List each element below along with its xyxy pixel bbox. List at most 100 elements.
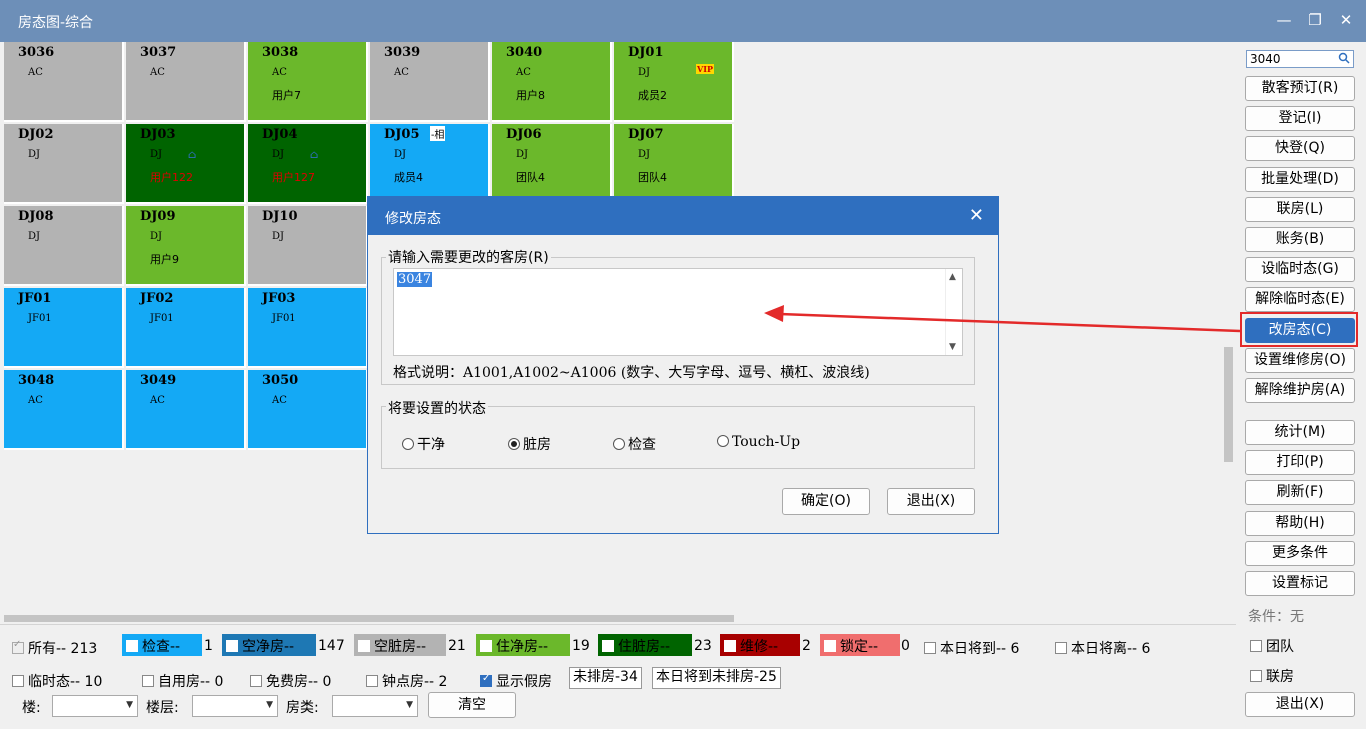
- room-cell[interactable]: DJ05 DJ 成员4 -相: [370, 124, 490, 204]
- sidebar-button[interactable]: 账务(B): [1245, 227, 1355, 252]
- search-icon[interactable]: [1338, 52, 1350, 64]
- room-cell[interactable]: DJ08 DJ: [4, 206, 124, 286]
- floor-select[interactable]: [192, 695, 278, 717]
- building-select[interactable]: [52, 695, 138, 717]
- filter-vacant-clean[interactable]: 空净房--: [222, 634, 316, 656]
- scroll-thumb[interactable]: [4, 615, 734, 622]
- room-guest: 团队4: [638, 171, 667, 184]
- sidebar-button[interactable]: 帮助(H): [1245, 510, 1355, 536]
- filter-leaving-today[interactable]: 本日将离-- 6: [1055, 638, 1150, 658]
- filter-free[interactable]: 免费房-- 0: [250, 671, 331, 691]
- dialog-close-icon[interactable]: ✕: [969, 205, 984, 226]
- link-room-checkbox[interactable]: 联房: [1250, 666, 1294, 686]
- arriving-unassigned-badge[interactable]: 本日将到未排房-25: [652, 667, 781, 689]
- dialog-title: 修改房态: [385, 211, 441, 227]
- minimize-icon[interactable]: —: [1274, 10, 1294, 30]
- room-cell[interactable]: 3050 AC: [248, 370, 368, 450]
- room-cell[interactable]: 3040 AC 用户8: [492, 42, 612, 122]
- title-bar: 房态图-综合 — ❐ ✕: [0, 0, 1366, 42]
- filter-occupied-dirty[interactable]: 住脏房--: [598, 634, 692, 656]
- team-checkbox[interactable]: 团队: [1250, 636, 1294, 656]
- cancel-button[interactable]: 退出(X): [887, 488, 975, 515]
- room-cell[interactable]: DJ10 DJ: [248, 206, 368, 286]
- room-number: 3039: [384, 45, 421, 60]
- room-type: AC: [28, 67, 43, 78]
- filter-self-use[interactable]: 自用房-- 0: [142, 671, 223, 691]
- sidebar-button[interactable]: 打印(P): [1245, 450, 1355, 476]
- building-label: 楼:: [22, 700, 41, 716]
- status-touchup-radio[interactable]: Touch-Up: [717, 434, 800, 450]
- filter-check[interactable]: 检查--: [122, 634, 202, 656]
- filter-vacant-dirty[interactable]: 空脏房--: [354, 634, 446, 656]
- clear-button[interactable]: 清空: [428, 692, 516, 718]
- room-cell[interactable]: DJ04 DJ 用户127 ⌂: [248, 124, 368, 204]
- room-type: AC: [28, 395, 43, 406]
- filter-arriving-today[interactable]: 本日将到-- 6: [924, 638, 1019, 658]
- room-number: DJ03: [140, 127, 176, 142]
- room-guest: 用户7: [272, 89, 301, 102]
- sidebar-button[interactable]: 登记(I): [1245, 106, 1355, 132]
- scroll-down-icon[interactable]: ▼: [949, 342, 956, 352]
- room-cell[interactable]: DJ03 DJ 用户122 ⌂: [126, 124, 246, 204]
- room-input-group-label: 请输入需要更改的客房(R): [386, 247, 551, 267]
- room-cell[interactable]: 3039 AC: [370, 42, 490, 122]
- room-cell[interactable]: 3049 AC: [126, 370, 246, 450]
- status-clean-radio[interactable]: 干净: [402, 434, 445, 454]
- sidebar-button[interactable]: 批量处理(D): [1245, 166, 1355, 192]
- sidebar-button[interactable]: 设置标记: [1245, 571, 1355, 596]
- sidebar-button[interactable]: 快登(Q): [1245, 136, 1355, 162]
- room-type-label: 房类:: [286, 700, 319, 716]
- sidebar-button[interactable]: 散客预订(R): [1245, 76, 1355, 101]
- room-cell[interactable]: 3038 AC 用户7: [248, 42, 368, 122]
- filter-locked[interactable]: 锁定--: [820, 634, 900, 656]
- room-list-input[interactable]: 3047 ▲ ▼: [393, 268, 963, 356]
- dirty-house-icon: ⌂: [188, 148, 197, 161]
- status-dirty-radio[interactable]: 脏房: [508, 434, 551, 454]
- room-type: AC: [150, 67, 165, 78]
- room-number: DJ08: [18, 209, 54, 224]
- room-type: DJ: [394, 149, 407, 160]
- sidebar-button[interactable]: 解除维护房(A): [1245, 378, 1355, 403]
- room-cell[interactable]: DJ02 DJ: [4, 124, 124, 204]
- ok-button[interactable]: 确定(O): [782, 488, 870, 515]
- sidebar-button[interactable]: 解除临时态(E): [1245, 287, 1355, 313]
- sidebar-button[interactable]: 联房(L): [1245, 196, 1355, 222]
- room-cell[interactable]: JF01 JF01: [4, 288, 124, 368]
- sidebar-button[interactable]: 设临时态(G): [1245, 257, 1355, 283]
- filter-repair[interactable]: 维修--: [720, 634, 800, 656]
- filter-hourly[interactable]: 钟点房-- 2: [366, 671, 447, 691]
- exit-button[interactable]: 退出(X): [1245, 692, 1355, 717]
- room-number: 3049: [140, 373, 177, 388]
- filter-occupied-clean[interactable]: 住净房--: [476, 634, 570, 656]
- scroll-thumb[interactable]: [1224, 347, 1233, 462]
- sidebar-button[interactable]: 设置维修房(O): [1245, 347, 1355, 373]
- room-cell[interactable]: DJ07 DJ 团队4: [614, 124, 734, 204]
- sidebar-button[interactable]: 更多条件: [1245, 540, 1355, 566]
- filter-temporary[interactable]: 临时态-- 10: [12, 671, 102, 691]
- room-search-input[interactable]: 3040: [1246, 50, 1354, 68]
- room-cell[interactable]: 3048 AC: [4, 370, 124, 450]
- sidebar-button[interactable]: 刷新(F): [1245, 480, 1355, 506]
- room-cell[interactable]: DJ09 DJ 用户9: [126, 206, 246, 286]
- room-cell[interactable]: 3036 AC: [4, 42, 124, 122]
- close-icon[interactable]: ✕: [1336, 10, 1356, 30]
- grid-vertical-scrollbar[interactable]: [1222, 42, 1236, 624]
- room-cell[interactable]: DJ01 DJ 成员2 VIP: [614, 42, 734, 122]
- filter-show-fake-rooms[interactable]: 显示假房: [480, 671, 552, 691]
- filter-all[interactable]: 所有-- 213: [12, 638, 97, 658]
- status-check-radio[interactable]: 检查: [613, 434, 656, 454]
- room-cell[interactable]: DJ06 DJ 团队4: [492, 124, 612, 204]
- room-cell[interactable]: JF02 JF01: [126, 288, 246, 368]
- room-number: DJ01: [628, 45, 664, 60]
- room-type-select[interactable]: [332, 695, 418, 717]
- grid-horizontal-scrollbar[interactable]: [0, 614, 1222, 624]
- room-cell[interactable]: 3037 AC: [126, 42, 246, 122]
- room-type: DJ: [272, 231, 285, 242]
- scroll-up-icon[interactable]: ▲: [949, 272, 956, 282]
- unassigned-badge[interactable]: 未排房-34: [569, 667, 642, 689]
- room-cell[interactable]: JF03 JF01: [248, 288, 368, 368]
- sidebar-button[interactable]: 统计(M): [1245, 420, 1355, 445]
- restore-icon[interactable]: ❐: [1305, 10, 1325, 30]
- textarea-scrollbar[interactable]: ▲ ▼: [945, 269, 962, 355]
- room-type: AC: [272, 395, 287, 406]
